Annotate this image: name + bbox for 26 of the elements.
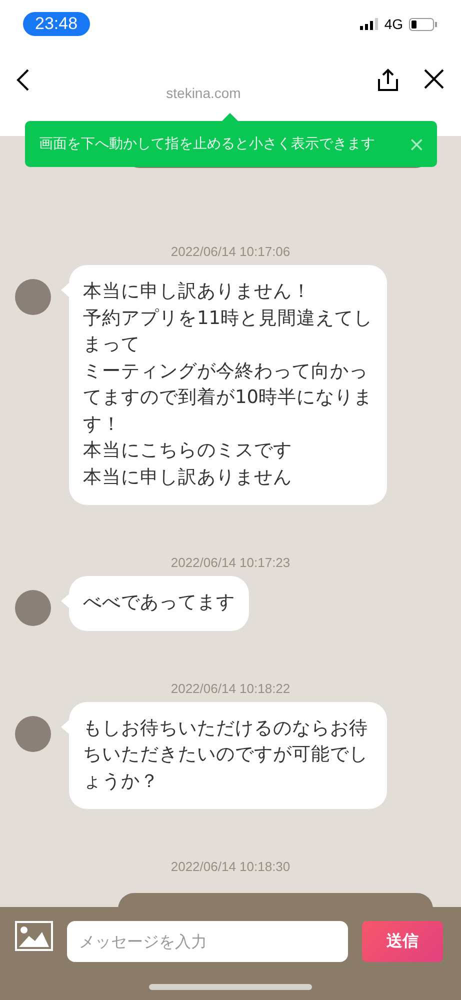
message-timestamp: 2022/06/14 10:17:23 [170, 555, 290, 570]
status-time: 23:48 [23, 12, 90, 36]
message-text: ミーティングが今終わって向かってますので到着が10時半になります！ [83, 360, 373, 436]
avatar[interactable] [15, 716, 51, 752]
message-text: 本当に申し訳ありません！ [83, 280, 312, 304]
message-timestamp: 2022/06/14 10:18:22 [170, 680, 290, 696]
message-text: 予約アプリを11時と見間違えてしまって [83, 306, 373, 357]
message-timestamp: 2022/06/14 10:17:06 [170, 244, 290, 259]
avatar[interactable] [15, 279, 51, 315]
avatar[interactable] [15, 590, 51, 626]
message-timestamp: 2022/06/14 10:18:30 [170, 859, 290, 874]
message-text: もしお待ちいただけるのならお待ちいただきたいのですが可能でしょうか？ [83, 716, 369, 794]
domain-label: stekina.com [166, 85, 241, 101]
message-text: べべであってます [83, 591, 235, 615]
signal-icon [360, 18, 378, 30]
close-icon[interactable] [422, 68, 445, 90]
send-button[interactable]: 送信 [362, 921, 443, 962]
message-input-field[interactable]: メッセージを入力 [67, 921, 348, 962]
tooltip-text: 画面を下へ動かして指を止めると小さく表示できます [39, 135, 375, 153]
message-text: 本当に申し訳ありません [83, 466, 293, 490]
share-icon[interactable] [376, 68, 399, 92]
battery-icon [409, 18, 437, 30]
network-label: 4G [384, 16, 403, 32]
message-text: 本当にこちらのミスです [83, 439, 293, 463]
image-icon[interactable] [15, 921, 53, 951]
back-icon[interactable] [16, 68, 30, 92]
